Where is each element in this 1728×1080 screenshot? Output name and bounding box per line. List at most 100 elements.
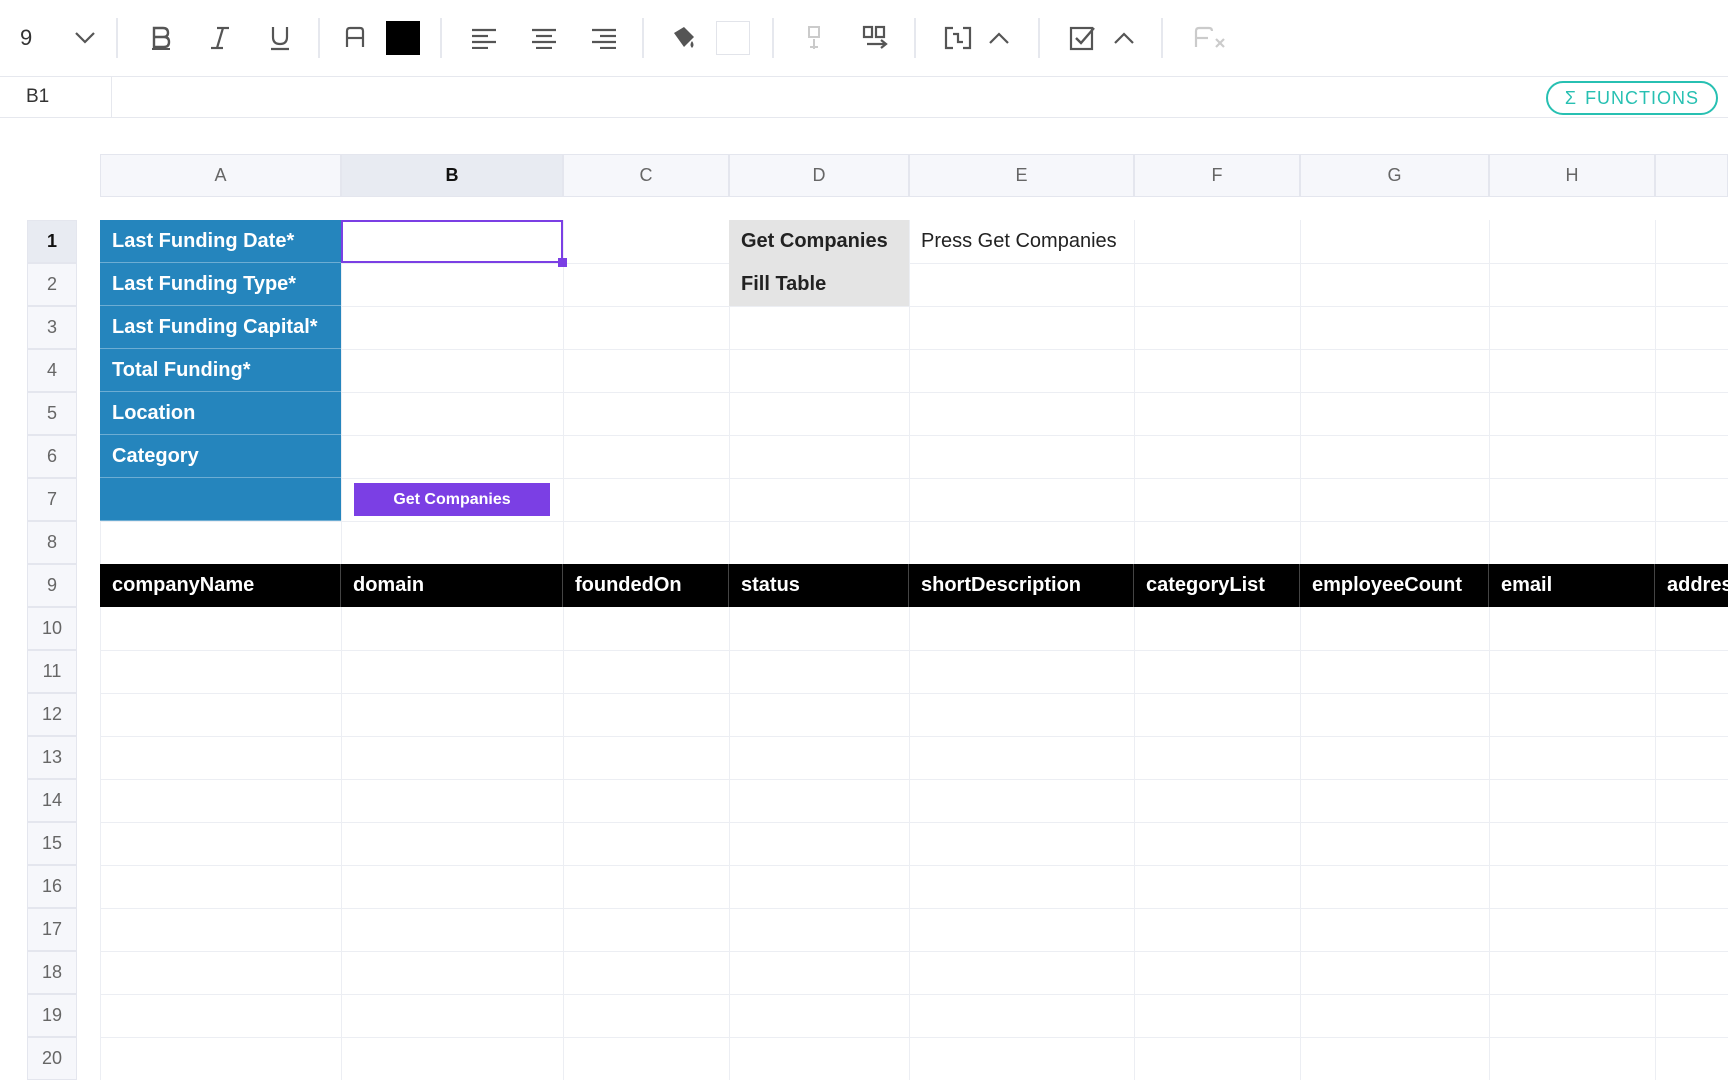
toolbar-divider [1038, 18, 1040, 58]
toolbar-divider [116, 18, 118, 58]
table-header-cell[interactable]: foundedOn [563, 564, 729, 607]
row-header-3[interactable]: 3 [27, 306, 77, 349]
table-header-cell[interactable]: employeeCount [1300, 564, 1489, 607]
insert-column-icon[interactable] [860, 18, 890, 58]
checkbox-icon[interactable] [1066, 18, 1098, 58]
bold-icon[interactable] [146, 18, 176, 58]
grid-line [100, 521, 1728, 522]
functions-button[interactable]: Σ FUNCTIONS [1546, 81, 1718, 115]
spreadsheet-grid: A B C D E F G H 1 2 3 4 5 6 7 8 9 10 11 … [0, 118, 1728, 1080]
row-header-5[interactable]: 5 [27, 392, 77, 435]
row-header-20[interactable]: 20 [27, 1037, 77, 1080]
row-header-13[interactable]: 13 [27, 736, 77, 779]
underline-icon[interactable] [265, 18, 295, 58]
table-header-cell[interactable]: categoryList [1134, 564, 1300, 607]
align-left-icon[interactable] [468, 18, 500, 58]
cell-a3[interactable]: Last Funding Capital* [100, 306, 341, 349]
fill-color-icon[interactable] [668, 18, 700, 58]
grid-line [100, 951, 1728, 952]
cell-a1[interactable]: Last Funding Date* [100, 220, 341, 263]
toolbar-divider [642, 18, 644, 58]
font-size-value[interactable]: 9 [20, 18, 44, 58]
row-header-1[interactable]: 1 [27, 220, 77, 263]
formula-input[interactable] [112, 77, 1532, 117]
cell-a6[interactable]: Category [100, 435, 341, 478]
functions-label: FUNCTIONS [1585, 87, 1700, 108]
row-header-6[interactable]: 6 [27, 435, 77, 478]
column-header-i[interactable] [1655, 154, 1728, 197]
chevron-down-icon[interactable] [70, 18, 100, 58]
row-header-18[interactable]: 18 [27, 951, 77, 994]
grid-line [100, 693, 1728, 694]
formula-bar: B1 Σ FUNCTIONS [0, 76, 1728, 118]
chevron-up-icon[interactable] [986, 18, 1012, 58]
table-header-cell[interactable]: email [1489, 564, 1655, 607]
fill-color-swatch[interactable] [716, 18, 750, 58]
column-header-d[interactable]: D [729, 154, 909, 197]
get-companies-button[interactable]: Get Companies [354, 483, 550, 516]
cell-a2[interactable]: Last Funding Type* [100, 263, 341, 306]
align-right-icon[interactable] [588, 18, 620, 58]
row-header-15[interactable]: 15 [27, 822, 77, 865]
table-header-cell[interactable]: addres [1655, 564, 1728, 607]
cell-d1[interactable]: Get Companies [729, 220, 909, 263]
grid-line [100, 1037, 1728, 1038]
column-header-a[interactable]: A [100, 154, 341, 197]
row-header-11[interactable]: 11 [27, 650, 77, 693]
toolbar-divider [440, 18, 442, 58]
column-header-b[interactable]: B [341, 154, 563, 197]
grid-line [100, 263, 1728, 264]
table-header-cell[interactable]: shortDescription [909, 564, 1134, 607]
row-header-12[interactable]: 12 [27, 693, 77, 736]
fill-handle[interactable] [558, 258, 567, 267]
grid-line [100, 650, 1728, 651]
cell-a5[interactable]: Location [100, 392, 341, 435]
grid-line [100, 994, 1728, 995]
grid-line [100, 865, 1728, 866]
grid-line [100, 306, 1728, 307]
row-header-4[interactable]: 4 [27, 349, 77, 392]
column-header-c[interactable]: C [563, 154, 729, 197]
row-header-7[interactable]: 7 [27, 478, 77, 521]
column-header-g[interactable]: G [1300, 154, 1489, 197]
table-header-cell[interactable]: domain [341, 564, 563, 607]
row-header-16[interactable]: 16 [27, 865, 77, 908]
grid-line [100, 478, 1728, 479]
cell-a4[interactable]: Total Funding* [100, 349, 341, 392]
cell-a7[interactable] [100, 478, 341, 521]
active-cell-selection[interactable] [341, 220, 563, 263]
grid-line [100, 822, 1728, 823]
column-header-h[interactable]: H [1489, 154, 1655, 197]
text-color-icon[interactable] [340, 18, 370, 58]
cell-reference[interactable]: B1 [0, 77, 112, 117]
grid-line [100, 435, 1728, 436]
sigma-icon: Σ [1564, 87, 1578, 108]
cell-e1[interactable]: Press Get Companies [909, 220, 1134, 263]
grid-line [100, 392, 1728, 393]
clear-format-icon[interactable] [1190, 18, 1230, 58]
column-header-f[interactable]: F [1134, 154, 1300, 197]
cell-d2[interactable]: Fill Table [729, 263, 909, 306]
column-header-e[interactable]: E [909, 154, 1134, 197]
row-header-8[interactable]: 8 [27, 521, 77, 564]
grid-line [100, 779, 1728, 780]
merge-cells-icon[interactable] [942, 18, 974, 58]
insert-row-icon[interactable] [800, 18, 830, 58]
chevron-up-icon[interactable] [1111, 18, 1137, 58]
row-header-17[interactable]: 17 [27, 908, 77, 951]
table-header-cell[interactable]: status [729, 564, 909, 607]
row-header-2[interactable]: 2 [27, 263, 77, 306]
row-header-9[interactable]: 9 [27, 564, 77, 607]
row-header-10[interactable]: 10 [27, 607, 77, 650]
toolbar-divider [914, 18, 916, 58]
text-color-swatch[interactable] [386, 18, 420, 58]
grid-line [100, 736, 1728, 737]
toolbar-divider [318, 18, 320, 58]
italic-icon[interactable] [205, 18, 235, 58]
toolbar: 9 [0, 0, 1728, 76]
row-header-19[interactable]: 19 [27, 994, 77, 1037]
align-center-icon[interactable] [528, 18, 560, 58]
table-header-cell[interactable]: companyName [100, 564, 341, 607]
grid-line [100, 349, 1728, 350]
row-header-14[interactable]: 14 [27, 779, 77, 822]
